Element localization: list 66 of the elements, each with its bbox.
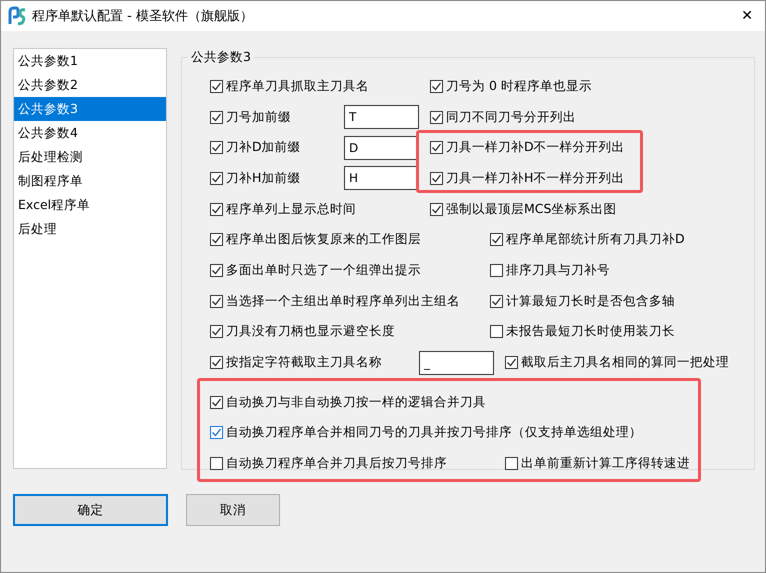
checkbox[interactable] [490, 233, 503, 246]
close-button[interactable]: ✕ [741, 8, 753, 24]
checkbox-label: 程序单列上显示总时间 [226, 200, 356, 218]
checkbox[interactable] [430, 110, 443, 124]
checkbox-label: 刀具没有刀柄也显示避空长度 [226, 323, 395, 340]
checkbox[interactable] [210, 172, 223, 185]
sidebar-item[interactable]: 公共参数1 [14, 49, 166, 73]
sidebar-item[interactable]: 制图程序单 [14, 169, 166, 193]
checkbox-label: 出单前重新计算工序得转速进 [521, 455, 690, 472]
checkbox[interactable] [490, 294, 503, 308]
checkbox[interactable] [430, 141, 443, 154]
sidebar-item[interactable]: Excel程序单 [14, 193, 166, 217]
checkbox[interactable] [490, 264, 503, 277]
checkbox-label: 同刀不同刀号分开列出 [446, 108, 576, 126]
checkbox[interactable] [210, 457, 223, 470]
checkbox[interactable] [210, 325, 223, 338]
checkbox[interactable] [210, 264, 223, 277]
input-field[interactable]: _ [419, 350, 494, 375]
checkbox[interactable] [430, 80, 443, 93]
checkbox[interactable] [210, 141, 223, 154]
checkbox[interactable] [210, 396, 223, 409]
sidebar-item[interactable]: 公共参数2 [14, 73, 166, 97]
checkbox[interactable] [210, 294, 223, 308]
checkbox-label: 截取后主刀具名相同的算同一把处理 [521, 354, 729, 372]
checkbox-label: 刀号为 0 时程序单也显示 [446, 78, 592, 95]
checkbox-label: 程序单尾部统计所有刀具刀补D [506, 231, 685, 248]
checkbox-label: 刀号加前缀 [226, 108, 292, 126]
app-logo-icon [8, 6, 26, 26]
sidebar-item[interactable]: 后处理 [14, 217, 166, 241]
group-title: 公共参数3 [188, 49, 254, 66]
checkbox-label: 自动换刀程序单合并相同刀号的刀具并按刀号排序（仅支持单选组处理） [226, 424, 642, 442]
input-field[interactable]: T [344, 105, 419, 130]
checkbox-label: 强制以最顶层MCS坐标系出图 [446, 200, 616, 218]
checkbox-label: 未报告最短刀长时使用装刀长 [506, 323, 675, 340]
checkbox-label: 按指定字符截取主刀具名称 [226, 354, 383, 372]
checkbox-label: 刀补H加前缀 [226, 170, 302, 187]
checkbox-label: 程序单出图后恢复原来的工作图层 [226, 231, 421, 248]
sidebar-item[interactable]: 公共参数3 [14, 97, 166, 121]
checkbox[interactable] [210, 426, 223, 440]
checkbox-label: 多面出单时只选了一个组弹出提示 [226, 262, 421, 279]
checkbox[interactable] [430, 172, 443, 185]
dialog-button[interactable]: 取消 [186, 494, 280, 526]
checkbox-label: 程序单刀具抓取主刀具名 [226, 78, 369, 95]
checkbox-label: 刀具一样刀补D不一样分开列出 [446, 139, 625, 156]
input-field[interactable]: D [344, 136, 419, 160]
checkbox-label: 自动换刀与非自动换刀按一样的逻辑合并刀具 [226, 394, 486, 411]
checkbox[interactable] [210, 202, 223, 216]
checkbox-label: 刀具一样刀补H不一样分开列出 [446, 170, 624, 187]
checkbox[interactable] [210, 80, 223, 93]
checkbox[interactable] [505, 356, 518, 370]
checkbox-label: 自动换刀程序单合并刀具后按刀号排序 [226, 455, 447, 472]
checkbox-label: 排序刀具与刀补号 [506, 262, 610, 279]
input-field[interactable]: H [344, 166, 419, 190]
checkbox[interactable] [505, 457, 518, 470]
checkbox[interactable] [210, 356, 223, 370]
checkbox[interactable] [490, 325, 503, 338]
checkbox-label: 刀补D加前缀 [226, 139, 302, 156]
checkbox[interactable] [210, 233, 223, 246]
checkbox[interactable] [430, 202, 443, 216]
checkbox[interactable] [210, 110, 223, 124]
checkbox-label: 当选择一个主组出单时程序单列出主组名 [226, 292, 460, 310]
checkbox-label: 计算最短刀长时是否包含多轴 [506, 292, 675, 310]
dialog-button[interactable]: 确定 [13, 494, 168, 526]
sidebar-item[interactable]: 后处理检测 [14, 145, 166, 169]
sidebar-item[interactable]: 公共参数4 [14, 121, 166, 145]
window-title: 程序单默认配置 - 模圣软件（旗舰版） [32, 8, 253, 25]
